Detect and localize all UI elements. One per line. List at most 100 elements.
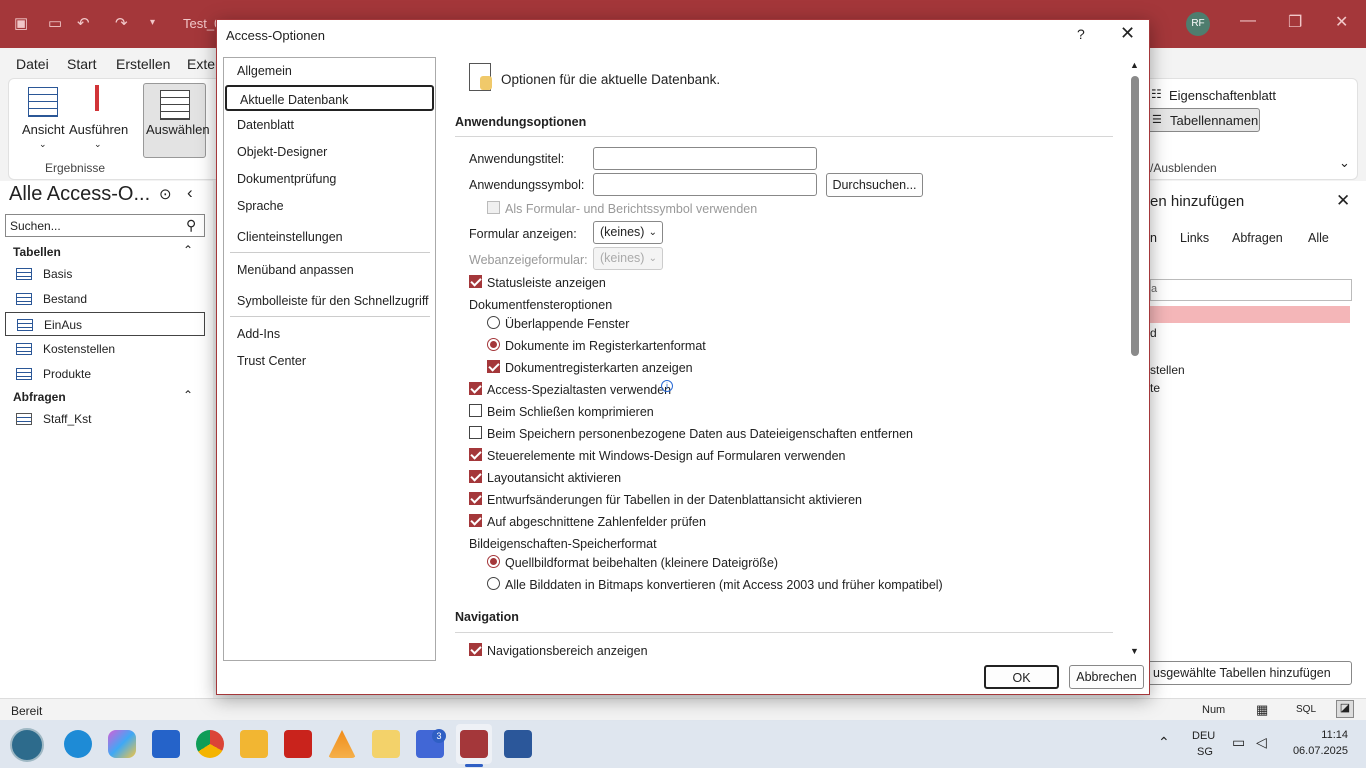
app-title-input[interactable] [593,147,817,170]
nav-item-table[interactable]: Kostenstellen [5,337,205,361]
chevron-up-icon[interactable]: ⌃ [183,388,193,402]
auswaehlen-button[interactable]: Auswählen [143,83,210,158]
undo-icon[interactable]: ↶ [77,14,90,32]
search-input[interactable]: Suchen... [10,219,61,233]
cancel-button[interactable]: Abbrechen [1069,665,1144,689]
keep-source-format-radio[interactable] [487,555,500,568]
sql-view-button[interactable]: SQL [1296,704,1316,715]
category-allgemein[interactable]: Allgemein [224,58,435,84]
folder-icon[interactable] [372,730,400,758]
layout-view-checkbox[interactable] [469,470,482,483]
start-icon[interactable] [10,728,44,762]
nav-item-table[interactable]: Produkte [5,362,205,386]
redo-icon[interactable]: ↷ [115,14,128,32]
convert-bitmaps-radio[interactable] [487,577,500,590]
search-icon[interactable]: ⚲ [186,217,196,234]
run-icon[interactable] [95,85,99,111]
chevron-up-icon[interactable]: ⌃ [183,243,193,257]
app-icon-input[interactable] [593,173,817,196]
property-sheet-icon[interactable]: ☷ [1151,87,1162,101]
acrobat-icon[interactable] [284,730,312,758]
list-item[interactable]: d [1150,326,1157,340]
chevron-up-icon[interactable]: ⌃ [1158,734,1170,751]
category-aktuelle-datenbank[interactable]: Aktuelle Datenbank [225,85,434,111]
collapse-pane-icon[interactable]: ‹ [187,183,193,203]
tabbed-documents-radio[interactable] [487,338,500,351]
chevron-down-icon[interactable]: ⌄ [39,139,47,150]
access-icon[interactable] [460,730,488,758]
keyboard-indicator[interactable]: SG [1197,746,1213,758]
view-icon[interactable] [28,87,58,117]
scrollbar-thumb[interactable] [1131,76,1139,356]
pane-search-input[interactable]: a [1150,279,1352,301]
category-schnellzugriff[interactable]: Symbolleiste für den Schnellzugriff [224,288,435,314]
nav-menu-icon[interactable]: ⊙ [159,185,172,203]
ok-button[interactable]: OK [984,665,1059,689]
close-window-icon[interactable]: ✕ [1335,12,1348,32]
ansicht-button[interactable]: Ansicht [22,122,65,137]
maximize-icon[interactable]: ❐ [1288,12,1302,32]
design-changes-checkbox[interactable] [469,492,482,505]
network-icon[interactable]: ▭ [1232,734,1245,751]
document-tabs-checkbox[interactable] [487,360,500,373]
save-icon[interactable]: ▭ [48,14,62,32]
statusbar-checkbox[interactable] [469,275,482,288]
overlapping-windows-radio[interactable] [487,316,500,329]
nav-group-tabellen[interactable]: Tabellen [13,245,61,259]
language-indicator[interactable]: DEU [1192,730,1215,742]
tab-erstellen[interactable]: Erstellen [116,56,170,72]
chrome-icon[interactable] [196,730,224,758]
tabellennamen-button[interactable]: ☰ Tabellennamen [1147,108,1260,132]
special-keys-checkbox[interactable] [469,382,482,395]
close-pane-icon[interactable]: ✕ [1336,191,1350,211]
info-icon[interactable]: i [661,380,673,392]
category-clienteinstellungen[interactable]: Clienteinstellungen [224,224,435,250]
datasheet-view-icon[interactable]: ▦ [1256,702,1268,718]
category-dokumentpruefung[interactable]: Dokumentprüfung [224,166,435,192]
nav-item-query[interactable]: Staff_Kst [5,407,205,431]
nav-item-table-selected[interactable]: EinAus [5,312,205,336]
ausfuehren-button[interactable]: Ausführen [69,122,128,137]
browse-button[interactable]: Durchsuchen... [826,173,923,197]
help-icon[interactable]: ? [1077,26,1085,42]
category-menueband[interactable]: Menüband anpassen [224,257,435,283]
nav-item-table[interactable]: Basis [5,262,205,286]
scroll-up-icon[interactable]: ▲ [1130,60,1139,70]
add-selected-tables-button[interactable]: usgewählte Tabellen hinzufügen [1146,661,1352,685]
list-item[interactable]: stellen [1150,363,1185,377]
close-icon[interactable]: ✕ [1120,23,1135,44]
category-add-ins[interactable]: Add-Ins [224,321,435,347]
tab-tabellen[interactable]: n [1150,231,1157,245]
design-view-icon[interactable]: ◪ [1336,700,1354,718]
form-show-select[interactable]: (keines) ⌄ [593,221,663,244]
store-icon[interactable] [152,730,180,758]
scroll-down-icon[interactable]: ▼ [1130,646,1139,656]
nav-group-abfragen[interactable]: Abfragen [13,390,66,404]
tab-alle[interactable]: Alle [1308,231,1329,245]
avatar[interactable]: RF [1186,12,1210,36]
clock-date[interactable]: 06.07.2025 [1284,745,1348,757]
collapse-ribbon-icon[interactable]: ⌄ [1339,155,1350,171]
vlc-icon[interactable] [328,730,356,758]
nav-search-box[interactable]: Suchen... ⚲ [5,214,205,237]
nav-pane-title[interactable]: Alle Access-O... [9,183,150,206]
word-icon[interactable] [504,730,532,758]
category-trust-center[interactable]: Trust Center [224,348,435,374]
nav-item-table[interactable]: Bestand [5,287,205,311]
category-sprache[interactable]: Sprache [224,193,435,219]
tab-start[interactable]: Start [67,56,97,72]
show-nav-pane-checkbox[interactable] [469,643,482,656]
tab-datei[interactable]: Datei [16,56,49,72]
truncated-fields-checkbox[interactable] [469,514,482,527]
list-item[interactable]: te [1150,381,1160,395]
qat-dropdown-icon[interactable]: ▾ [150,17,155,28]
file-explorer-icon[interactable] [240,730,268,758]
compact-on-close-checkbox[interactable] [469,404,482,417]
clock-time[interactable]: 11:14 [1302,729,1348,741]
volume-icon[interactable]: ◁ [1256,734,1267,751]
tab-extern[interactable]: Exter [187,56,220,72]
minimize-icon[interactable]: — [1240,12,1256,30]
tab-abfragen[interactable]: Abfragen [1232,231,1283,245]
copilot-icon[interactable] [108,730,136,758]
list-item-selected[interactable] [1150,306,1350,323]
